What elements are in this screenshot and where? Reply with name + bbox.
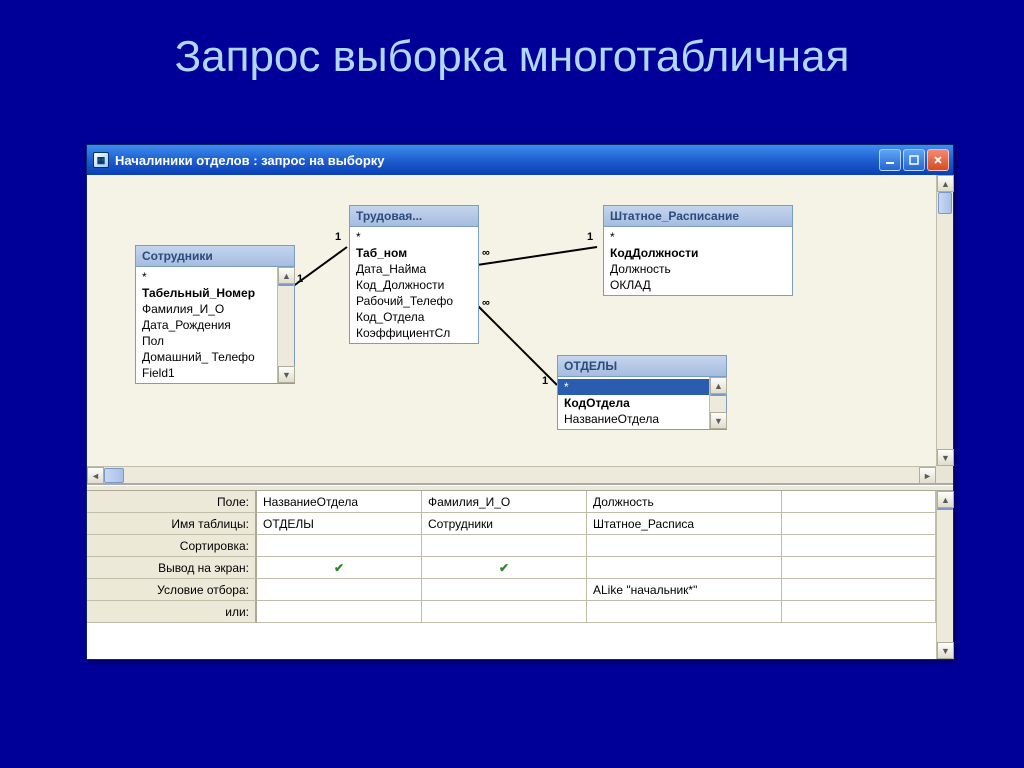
scroll-corner — [936, 466, 953, 483]
grid-cell[interactable]: Сотрудники — [422, 513, 587, 535]
grid-cell[interactable]: НазваниеОтдела — [257, 491, 422, 513]
table-header[interactable]: Штатное_Расписание — [604, 206, 792, 227]
scroll-up-icon[interactable]: ▲ — [937, 175, 954, 192]
table-header[interactable]: ОТДЕЛЫ — [558, 356, 726, 377]
field-item[interactable]: * — [604, 229, 792, 245]
field-item[interactable]: Field1 — [136, 365, 277, 381]
join-cardinality-one: 1 — [587, 231, 593, 243]
grid-show-checkbox[interactable]: ✔ — [257, 557, 422, 579]
grid-cell[interactable] — [257, 601, 422, 623]
field-item[interactable]: * — [558, 379, 709, 395]
scroll-down-icon[interactable]: ▼ — [278, 366, 295, 383]
grid-vertical-scrollbar[interactable]: ▲ ▼ — [936, 491, 953, 659]
grid-cell[interactable] — [587, 535, 782, 557]
grid-cell[interactable] — [422, 535, 587, 557]
table-diagram-pane[interactable]: 1 1 ∞ 1 ∞ 1 Сотрудники * Табельный_Номер… — [87, 175, 953, 485]
grid-cell[interactable] — [257, 579, 422, 601]
slide-title: Запрос выборка многотабличная — [0, 0, 1024, 102]
scroll-down-icon[interactable]: ▼ — [937, 449, 954, 466]
grid-cell[interactable] — [587, 601, 782, 623]
field-item[interactable]: КодДолжности — [604, 245, 792, 261]
table-schedule[interactable]: Штатное_Расписание * КодДолжности Должно… — [603, 205, 793, 296]
field-item[interactable]: * — [136, 269, 277, 285]
diagram-vertical-scrollbar[interactable]: ▲ ▼ — [936, 175, 953, 466]
table-header[interactable]: Сотрудники — [136, 246, 294, 267]
diagram-horizontal-scrollbar[interactable]: ◄ ► — [87, 466, 936, 483]
check-icon: ✔ — [334, 561, 344, 575]
field-item[interactable]: КоэффициентСл — [350, 325, 478, 341]
grid-label-or: или: — [87, 601, 257, 623]
scroll-down-icon[interactable]: ▼ — [937, 642, 954, 659]
field-item[interactable]: Домашний_ Телефо — [136, 349, 277, 365]
grid-cell[interactable]: Фамилия_И_О — [422, 491, 587, 513]
field-item[interactable]: Дата_Найма — [350, 261, 478, 277]
scroll-up-icon[interactable]: ▲ — [710, 377, 727, 394]
scroll-up-icon[interactable]: ▲ — [937, 491, 954, 508]
table-depts[interactable]: ОТДЕЛЫ * КодОтдела НазваниеОтдела ▲ ▼ — [557, 355, 727, 430]
query-design-window: ▦ Началиники отделов : запрос на выборку… — [86, 144, 954, 660]
field-item[interactable]: Таб_ном — [350, 245, 478, 261]
field-item[interactable]: Фамилия_И_О — [136, 301, 277, 317]
field-item[interactable]: Пол — [136, 333, 277, 349]
join-cardinality-one: 1 — [297, 273, 303, 285]
check-icon: ✔ — [499, 561, 509, 575]
field-list-scrollbar[interactable]: ▲ ▼ — [709, 377, 726, 429]
join-cardinality-one: 1 — [335, 231, 341, 243]
scroll-up-icon[interactable]: ▲ — [278, 267, 295, 284]
field-item[interactable]: Рабочий_Телефо — [350, 293, 478, 309]
grid-cell[interactable]: ОТДЕЛЫ — [257, 513, 422, 535]
grid-cell[interactable] — [782, 579, 936, 601]
field-item[interactable]: Должность — [604, 261, 792, 277]
grid-cell[interactable]: Должность — [587, 491, 782, 513]
grid-cell[interactable] — [782, 491, 936, 513]
window-titlebar[interactable]: ▦ Началиники отделов : запрос на выборку — [87, 145, 953, 175]
grid-cell[interactable] — [782, 557, 936, 579]
app-icon: ▦ — [93, 152, 109, 168]
close-button[interactable] — [927, 149, 949, 171]
grid-cell[interactable]: ALike "начальник*" — [587, 579, 782, 601]
minimize-button[interactable] — [879, 149, 901, 171]
window-title: Началиники отделов : запрос на выборку — [115, 153, 385, 168]
field-item[interactable]: Табельный_Номер — [136, 285, 277, 301]
scroll-right-icon[interactable]: ► — [919, 467, 936, 484]
grid-cell[interactable]: Штатное_Расписа — [587, 513, 782, 535]
table-header[interactable]: Трудовая... — [350, 206, 478, 227]
grid-label-field: Поле: — [87, 491, 257, 513]
scroll-left-icon[interactable]: ◄ — [87, 467, 104, 484]
maximize-button[interactable] — [903, 149, 925, 171]
grid-cell[interactable] — [782, 601, 936, 623]
field-item[interactable]: Код_Должности — [350, 277, 478, 293]
grid-show-checkbox[interactable] — [587, 557, 782, 579]
grid-cell[interactable] — [257, 535, 422, 557]
query-grid-pane[interactable]: Поле: НазваниеОтдела Фамилия_И_О Должнос… — [87, 491, 953, 659]
grid-label-show: Вывод на экран: — [87, 557, 257, 579]
grid-label-sort: Сортировка: — [87, 535, 257, 557]
grid-cell[interactable] — [422, 601, 587, 623]
field-item[interactable]: Код_Отдела — [350, 309, 478, 325]
table-work[interactable]: Трудовая... * Таб_ном Дата_Найма Код_Дол… — [349, 205, 479, 344]
field-item[interactable]: ОКЛАД — [604, 277, 792, 293]
join-cardinality-one: 1 — [542, 375, 548, 387]
grid-label-criteria: Условие отбора: — [87, 579, 257, 601]
grid-cell[interactable] — [422, 579, 587, 601]
join-cardinality-many: ∞ — [482, 297, 490, 309]
table-employees[interactable]: Сотрудники * Табельный_Номер Фамилия_И_О… — [135, 245, 295, 384]
field-list-scrollbar[interactable]: ▲ ▼ — [277, 267, 294, 383]
field-item[interactable]: НазваниеОтдела — [558, 411, 709, 427]
grid-cell[interactable] — [782, 513, 936, 535]
field-item[interactable]: КодОтдела — [558, 395, 709, 411]
scroll-down-icon[interactable]: ▼ — [710, 412, 727, 429]
grid-cell[interactable] — [782, 535, 936, 557]
grid-show-checkbox[interactable]: ✔ — [422, 557, 587, 579]
grid-label-table: Имя таблицы: — [87, 513, 257, 535]
field-item[interactable]: * — [350, 229, 478, 245]
field-item[interactable]: Дата_Рождения — [136, 317, 277, 333]
join-cardinality-many: ∞ — [482, 247, 490, 259]
